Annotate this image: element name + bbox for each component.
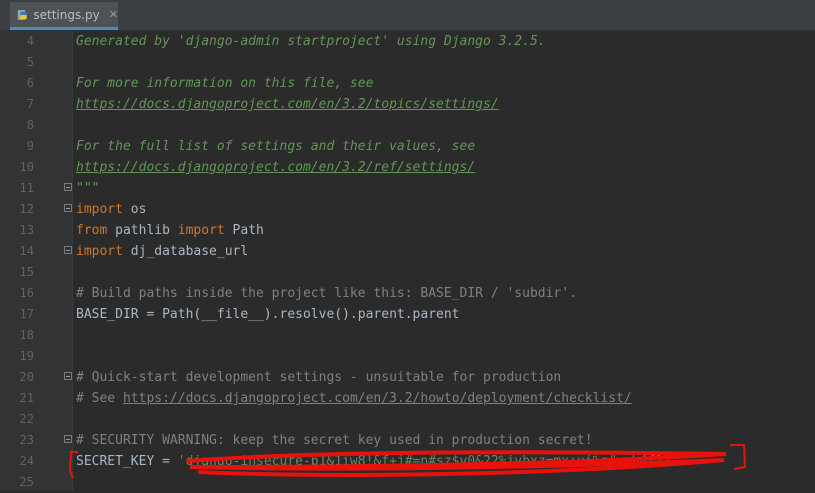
redaction-scribble [186, 450, 727, 477]
python-file-icon [17, 9, 27, 20]
close-icon[interactable]: ✕ [109, 8, 118, 21]
redaction-bracket [730, 444, 747, 470]
redaction-overlay [68, 444, 747, 479]
code-editor[interactable]: 4 Generated by 'django-admin startproject… [0, 31, 815, 491]
redaction-bracket [68, 451, 78, 479]
tab-settings-py[interactable]: settings.py ✕ [10, 2, 118, 30]
tab-label: settings.py [33, 7, 100, 22]
editor-tab-bar: settings.py ✕ [0, 0, 815, 31]
